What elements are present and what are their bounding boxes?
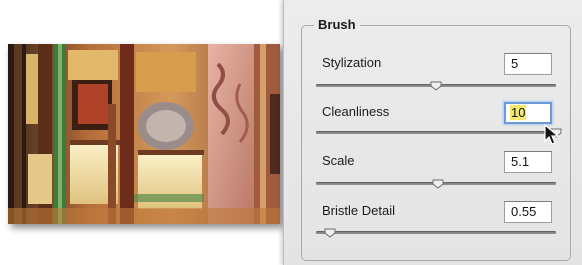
painted-image <box>8 44 280 224</box>
stylization-slider[interactable] <box>316 81 556 91</box>
preview-image <box>8 44 280 224</box>
cleanliness-slider[interactable] <box>316 128 562 138</box>
scale-slider[interactable] <box>316 179 556 189</box>
scale-label: Scale <box>322 153 355 168</box>
scale-input[interactable]: 5.1 <box>504 151 552 173</box>
cleanliness-label: Cleanliness <box>322 104 390 119</box>
stylization-label: Stylization <box>322 55 382 70</box>
cleanliness-value: 10 <box>510 105 527 120</box>
cleanliness-input[interactable]: 10 <box>504 102 552 124</box>
group-title: Brush <box>314 17 360 33</box>
bristle-detail-input[interactable]: 0.55 <box>504 201 552 223</box>
bristle-detail-label: Bristle Detail <box>322 203 395 218</box>
mouse-cursor-icon <box>544 123 560 146</box>
bristle-detail-slider[interactable] <box>316 228 556 238</box>
brush-settings-panel: Brush Stylization 5 Cleanliness 10 Scale… <box>283 0 582 265</box>
stylization-input[interactable]: 5 <box>504 53 552 75</box>
